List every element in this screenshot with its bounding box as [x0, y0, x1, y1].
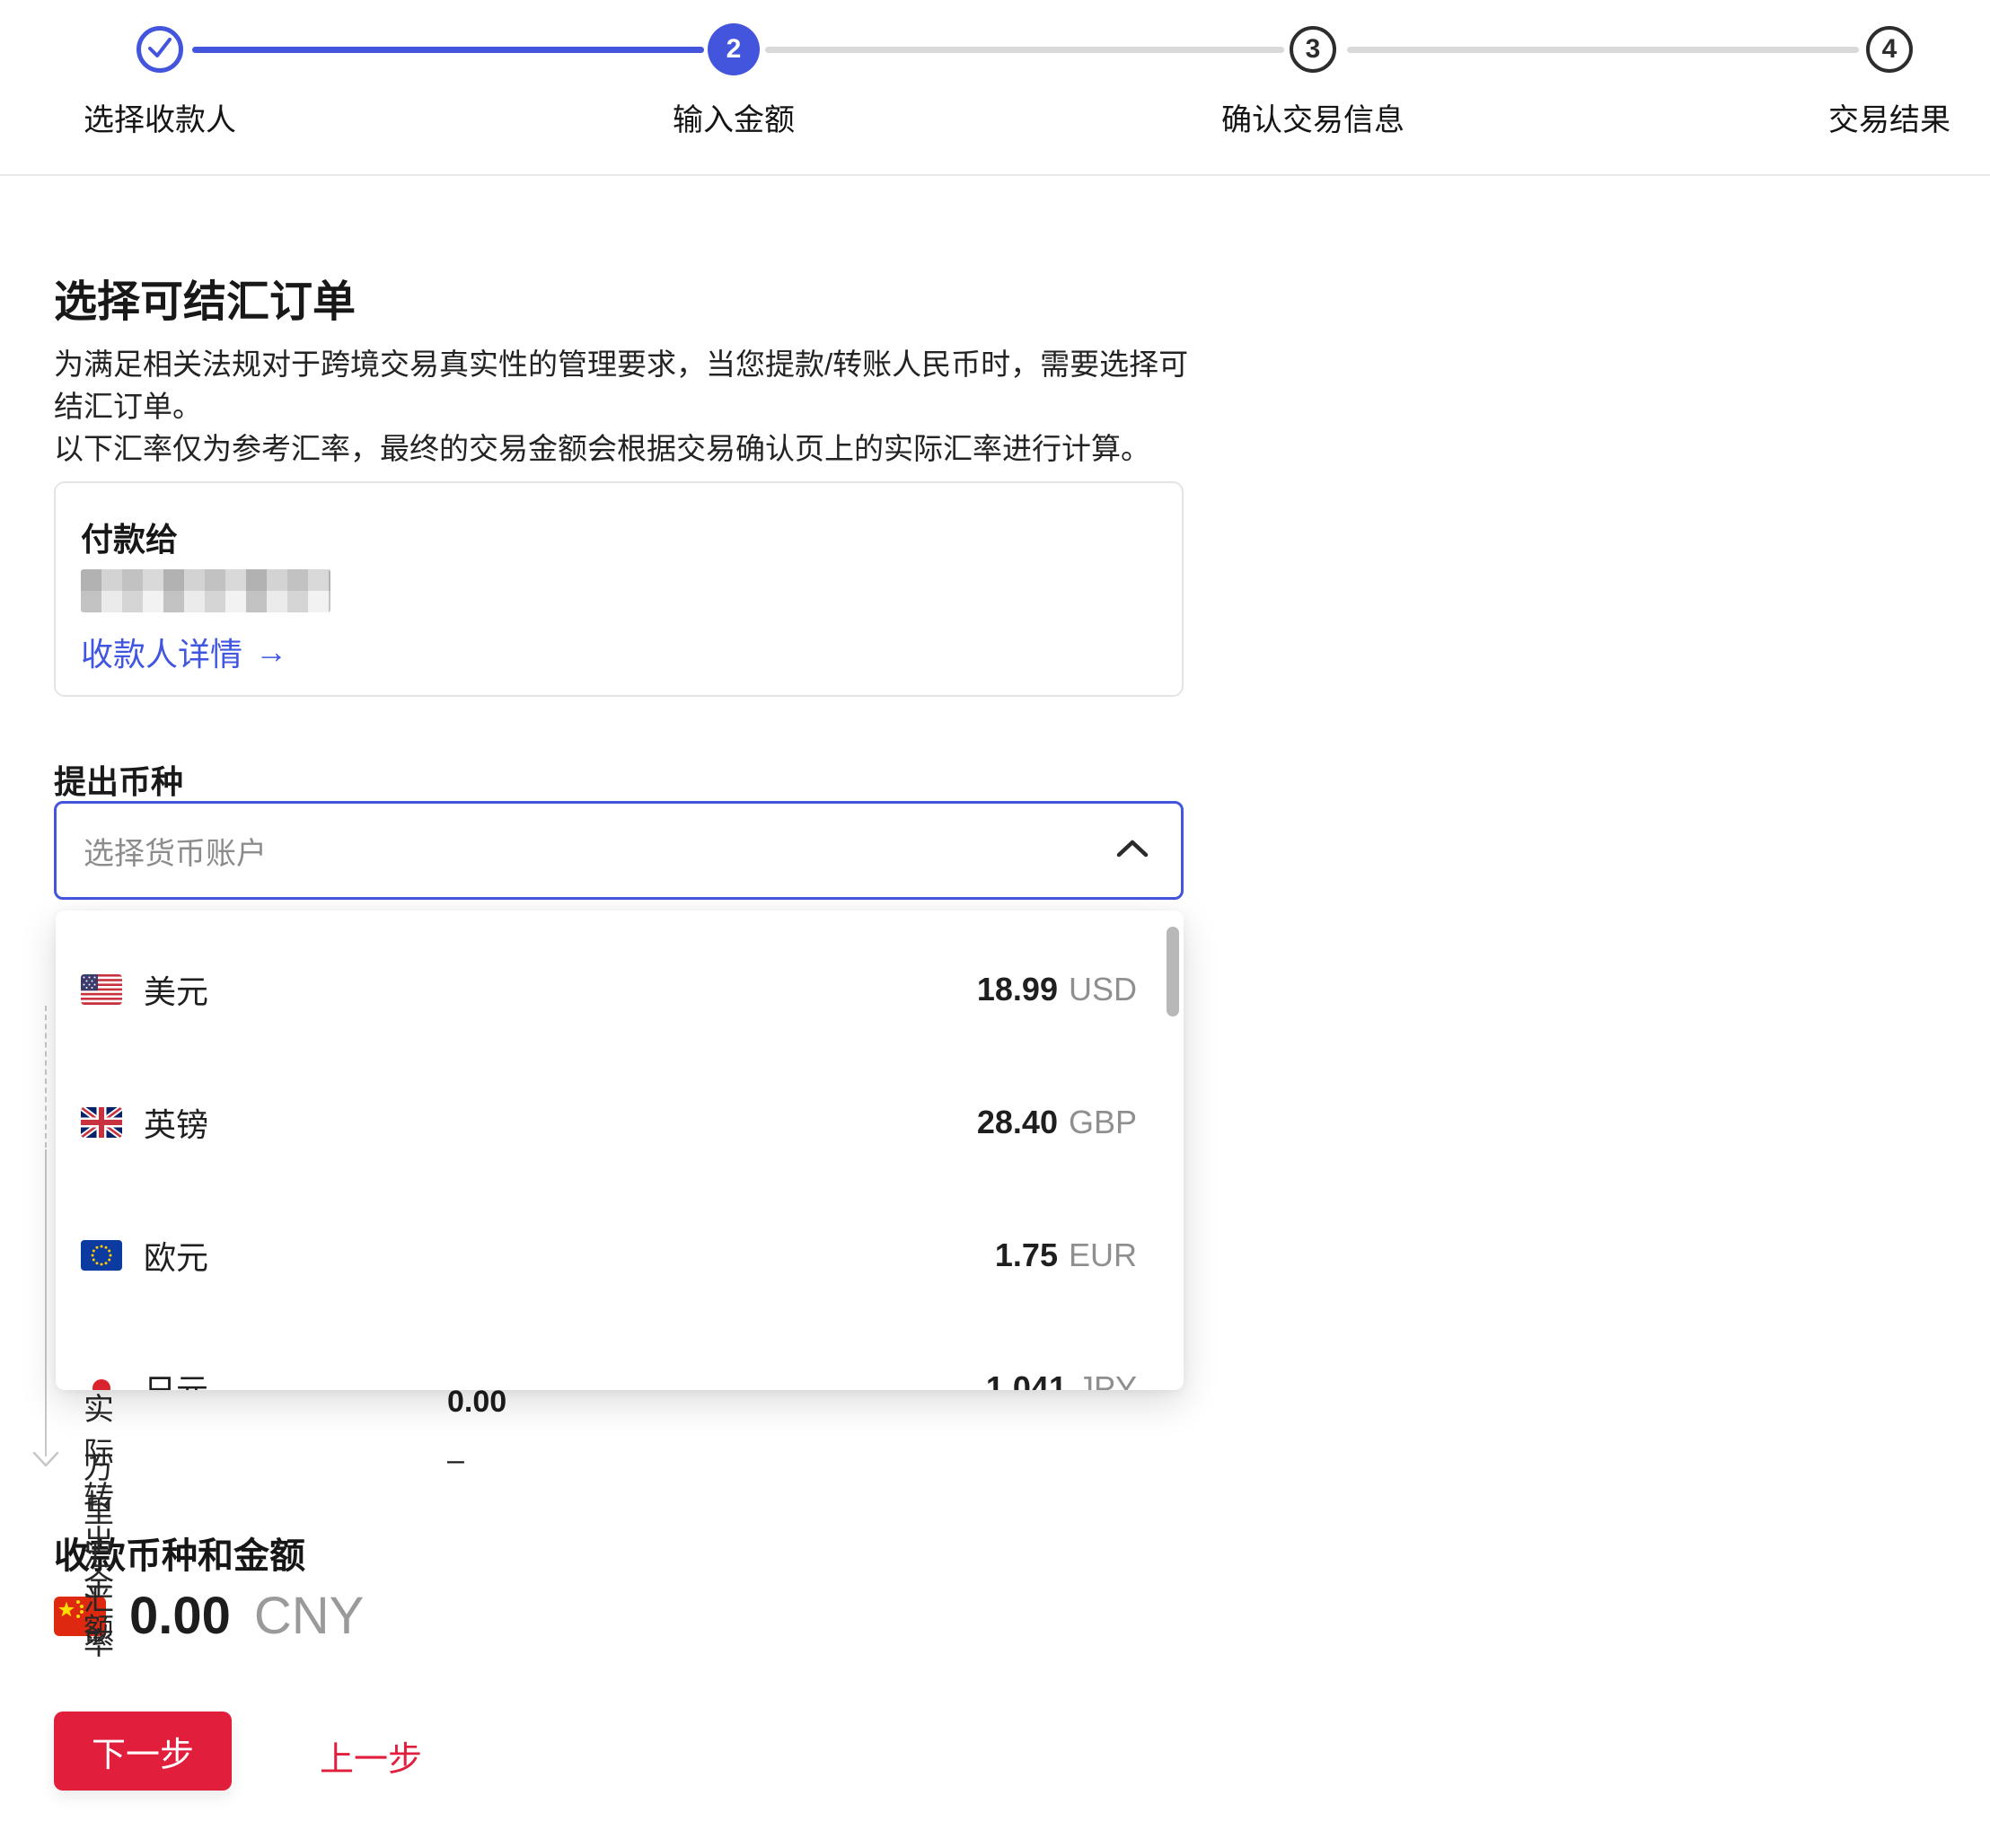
flow-connector-solid [45, 1149, 47, 1456]
currency-amount: 1.75 [995, 1236, 1058, 1274]
worldfirst-rate-value: – [447, 1443, 464, 1478]
payee-name-redacted [81, 569, 330, 612]
currency-name: 美元 [144, 966, 977, 1013]
step-circle-2: 2 [708, 23, 760, 75]
connector-line-done [192, 47, 704, 53]
gb-flag-icon [81, 1107, 122, 1138]
prev-button[interactable]: 上一步 [320, 1731, 422, 1781]
transfer-page: 2 3 4 选择收款人 输入金额 确认交易信息 交易结果 选择可结汇订单 为满足… [0, 0, 1990, 1848]
currency-amount: 18.99 [977, 971, 1058, 1008]
arrow-right-icon: → [255, 633, 287, 671]
currency-select-placeholder: 选择货币账户 [84, 829, 1116, 873]
step-circle-3: 3 [1290, 26, 1336, 73]
withdraw-currency-label: 提出币种 [54, 756, 183, 803]
currency-code: JPY [1078, 1369, 1137, 1390]
currency-code: GBP [1069, 1104, 1137, 1141]
step-label-1: 选择收款人 [84, 95, 236, 139]
currency-amount: 28.40 [977, 1104, 1058, 1141]
currency-code: USD [1069, 971, 1137, 1008]
payee-details-link[interactable]: 收款人详情 → [81, 629, 287, 675]
step-label-2: 输入金额 [673, 95, 795, 139]
dropdown-scrollbar-thumb[interactable] [1167, 927, 1179, 1016]
next-button[interactable]: 下一步 [54, 1712, 232, 1791]
jp-flag-icon [81, 1373, 122, 1390]
step-label-3: 确认交易信息 [1221, 95, 1404, 139]
connector-line-todo-1 [765, 47, 1284, 53]
currency-name: 欧元 [144, 1232, 995, 1279]
payee-details-link-label: 收款人详情 [81, 629, 242, 675]
description-line: 为满足相关法规对于跨境交易真实性的管理要求，当您提款/转账人民币时，需要选择可 [54, 343, 1188, 385]
payee-card-title: 付款给 [81, 514, 178, 560]
currency-option-eur[interactable]: 欧元 1.75 EUR [56, 1189, 1184, 1322]
currency-name: 日元 [144, 1365, 986, 1390]
step-number: 3 [1306, 34, 1321, 65]
step-number: 4 [1882, 34, 1898, 65]
receive-amount: 0.00 [129, 1586, 231, 1646]
worldfirst-rate-label: 万里汇汇率 [84, 1443, 114, 1663]
step-number: 2 [726, 34, 742, 65]
currency-option-gbp[interactable]: 英镑 28.40 GBP [56, 1056, 1184, 1189]
flow-connector-dashed [45, 1006, 47, 1148]
stepper: 2 3 4 选择收款人 输入金额 确认交易信息 交易结果 [0, 0, 1990, 176]
currency-code: EUR [1069, 1236, 1137, 1274]
page-description: 为满足相关法规对于跨境交易真实性的管理要求，当您提款/转账人民币时，需要选择可 … [54, 343, 1188, 470]
description-line: 以下汇率仅为参考汇率，最终的交易金额会根据交易确认页上的实际汇率进行计算。 [54, 427, 1188, 470]
currency-option-jpy[interactable]: 日元 1,041 JPY [56, 1322, 1184, 1390]
currency-amount: 1,041 [986, 1369, 1067, 1390]
page-title: 选择可结汇订单 [54, 266, 356, 329]
us-flag-icon [81, 974, 122, 1005]
receive-currency-code: CNY [254, 1586, 364, 1646]
currency-option-usd[interactable]: 美元 18.99 USD [56, 923, 1184, 1056]
chevron-up-icon [1116, 839, 1149, 863]
eu-flag-icon [81, 1240, 122, 1271]
step-circle-1 [136, 26, 183, 73]
step-circle-4: 4 [1866, 26, 1913, 73]
connector-line-todo-2 [1347, 47, 1859, 53]
currency-dropdown: 美元 18.99 USD 英镑 28.40 GBP [56, 911, 1184, 1390]
currency-select[interactable]: 选择货币账户 [54, 801, 1184, 900]
header-divider [0, 174, 1990, 176]
check-icon [141, 29, 179, 71]
description-line: 结汇订单。 [54, 385, 1188, 427]
step-label-4: 交易结果 [1828, 95, 1950, 139]
payee-card: 付款给 收款人详情 → [54, 481, 1184, 697]
arrow-down-icon [32, 1451, 59, 1474]
currency-name: 英镑 [144, 1099, 977, 1146]
